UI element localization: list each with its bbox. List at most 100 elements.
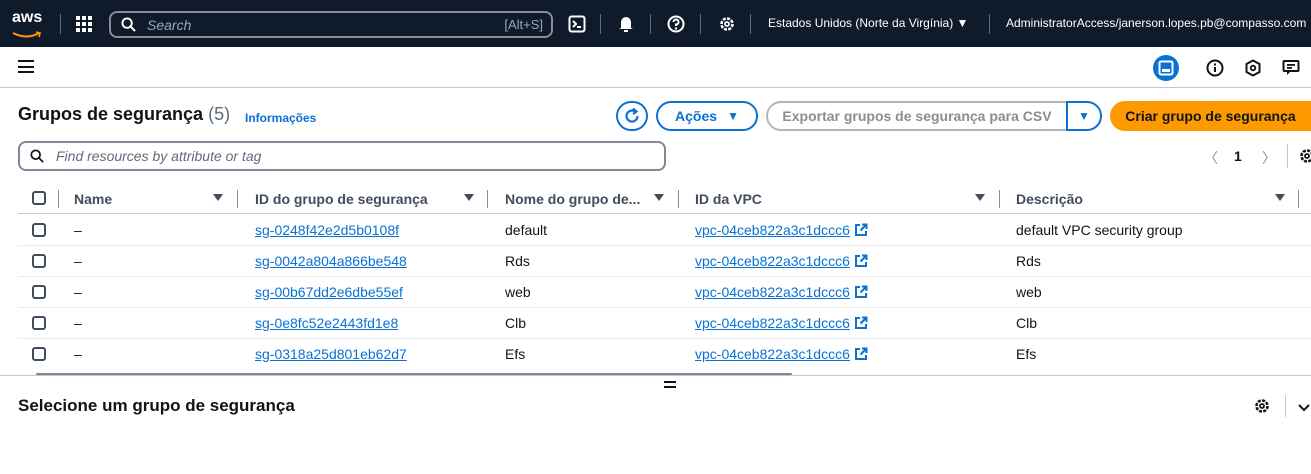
sort-icon[interactable] (654, 194, 664, 201)
help-icon[interactable] (666, 14, 686, 34)
collapse-chevron-icon[interactable] (1298, 400, 1310, 416)
filter-input[interactable]: Find resources by attribute or tag (18, 141, 666, 171)
column-header-description[interactable]: Descrição (1016, 191, 1083, 207)
column-divider[interactable] (999, 190, 1000, 208)
table-row[interactable]: – sg-0e8fc52e2443fd1e8 Clb vpc-04ceb822a… (18, 308, 1311, 339)
sort-icon[interactable] (975, 194, 985, 201)
page-title-text: Grupos de segurança (18, 104, 204, 124)
sort-icon[interactable] (464, 194, 474, 201)
vpc-id-link[interactable]: vpc-04ceb822a3c1dccc6 (695, 222, 850, 238)
menu-icon[interactable] (18, 60, 34, 73)
sort-icon[interactable] (1275, 194, 1285, 201)
region-label: Estados Unidos (Norte da Virgínia) (768, 16, 954, 30)
column-header-group-name[interactable]: Nome do grupo de... (505, 191, 640, 207)
next-page-icon[interactable]: 〉 (1262, 148, 1276, 168)
region-selector[interactable]: Estados Unidos (Norte da Virgínia) ▼ (768, 16, 968, 30)
actions-label: Ações (675, 108, 718, 124)
actions-button[interactable]: Ações ▼ (656, 101, 758, 131)
cloudshell-icon[interactable] (567, 14, 587, 34)
column-divider[interactable] (1298, 190, 1299, 208)
cell-sg-id-link[interactable]: sg-00b67dd2e6dbe55ef (255, 284, 403, 300)
row-checkbox[interactable] (32, 223, 46, 237)
external-link-icon[interactable] (854, 223, 868, 237)
nav-divider (700, 14, 701, 34)
item-count: (5) (208, 104, 231, 124)
select-all-checkbox[interactable] (32, 191, 46, 205)
search-icon (121, 17, 136, 32)
external-link-icon[interactable] (854, 254, 868, 268)
page-number[interactable]: 1 (1234, 148, 1242, 164)
column-header-name[interactable]: Name (74, 191, 112, 207)
resize-handle-icon[interactable] (664, 381, 676, 388)
cell-description: Efs (1016, 346, 1037, 362)
info-icon[interactable] (1202, 55, 1228, 81)
feedback-icon[interactable] (1278, 55, 1304, 81)
cell-description: default VPC security group (1016, 222, 1183, 238)
hexagon-icon[interactable] (1240, 55, 1266, 81)
vpc-id-link[interactable]: vpc-04ceb822a3c1dccc6 (695, 315, 850, 331)
search-shortcut: [Alt+S] (504, 17, 543, 32)
external-link-icon[interactable] (854, 285, 868, 299)
export-csv-button[interactable]: Exportar grupos de segurança para CSV (766, 101, 1068, 131)
column-header-vpc-id[interactable]: ID da VPC (695, 191, 762, 207)
cell-group-name: default (505, 222, 548, 238)
previous-page-icon[interactable]: 〈 (1204, 148, 1218, 168)
row-checkbox[interactable] (32, 285, 46, 299)
table-row[interactable]: – sg-0318a25d801eb62d7 Efs vpc-04ceb822a… (18, 339, 1311, 370)
search-input[interactable]: Search [Alt+S] (109, 11, 553, 38)
external-link-icon[interactable] (854, 347, 868, 361)
gear-icon[interactable] (717, 14, 737, 34)
refresh-button[interactable] (616, 101, 648, 131)
nav-divider (989, 14, 990, 34)
column-divider[interactable] (487, 190, 488, 208)
cell-sg-id-link[interactable]: sg-0042a804a866be548 (255, 253, 407, 269)
cell-description: web (1016, 284, 1042, 300)
filter-placeholder: Find resources by attribute or tag (56, 148, 262, 164)
nav-divider (650, 14, 651, 34)
detail-panel-title: Selecione um grupo de segurança (18, 396, 295, 415)
cell-vpc-id: vpc-04ceb822a3c1dccc6 (695, 346, 868, 362)
cell-sg-id-link[interactable]: sg-0248f42e2d5b0108f (255, 222, 399, 238)
cell-description: Rds (1016, 253, 1041, 269)
create-security-group-button[interactable]: Criar grupo de segurança (1110, 101, 1311, 131)
account-menu[interactable]: AdministratorAccess/janerson.lopes.pb@co… (1006, 16, 1306, 30)
row-checkbox[interactable] (32, 316, 46, 330)
table-row[interactable]: – sg-0248f42e2d5b0108f default vpc-04ceb… (18, 215, 1311, 246)
sort-icon[interactable] (213, 194, 223, 201)
pager-divider (1287, 144, 1288, 168)
cell-group-name: Efs (505, 346, 526, 362)
bell-icon[interactable] (616, 14, 636, 34)
cell-sg-id-link[interactable]: sg-0318a25d801eb62d7 (255, 346, 407, 362)
services-grid-icon[interactable] (76, 16, 92, 32)
row-checkbox[interactable] (32, 254, 46, 268)
cell-name: – (74, 284, 82, 300)
cell-name: – (74, 315, 82, 331)
info-link[interactable]: Informações (245, 111, 316, 125)
table-row[interactable]: – sg-00b67dd2e6dbe55ef web vpc-04ceb822a… (18, 277, 1311, 308)
table-header: Name ID do grupo de segurança Nome do gr… (18, 184, 1311, 214)
search-placeholder: Search (147, 17, 192, 33)
table-preferences-icon[interactable] (1298, 147, 1311, 168)
cell-group-name: Rds (505, 253, 530, 269)
column-divider[interactable] (678, 190, 679, 208)
vpc-id-link[interactable]: vpc-04ceb822a3c1dccc6 (695, 346, 850, 362)
cell-sg-id-link[interactable]: sg-0e8fc52e2443fd1e8 (255, 315, 398, 331)
split-panel-divider (0, 375, 1311, 376)
cell-vpc-id: vpc-04ceb822a3c1dccc6 (695, 253, 868, 269)
aws-logo[interactable]: aws (12, 10, 46, 38)
row-checkbox[interactable] (32, 347, 46, 361)
external-link-icon[interactable] (854, 316, 868, 330)
table-row[interactable]: – sg-0042a804a866be548 Rds vpc-04ceb822a… (18, 246, 1311, 277)
caret-down-icon: ▼ (727, 109, 739, 123)
split-panel-icon[interactable] (1153, 55, 1179, 81)
aws-logo-text: aws (12, 9, 43, 26)
panel-preferences-icon[interactable] (1253, 397, 1271, 418)
vpc-id-link[interactable]: vpc-04ceb822a3c1dccc6 (695, 284, 850, 300)
column-divider[interactable] (237, 190, 238, 208)
vpc-id-link[interactable]: vpc-04ceb822a3c1dccc6 (695, 253, 850, 269)
top-navigation: aws Search [Alt+S] Estados Unidos (Norte… (0, 0, 1311, 47)
nav-divider (600, 14, 601, 34)
export-dropdown-button[interactable]: ▼ (1066, 101, 1102, 131)
column-header-sg-id[interactable]: ID do grupo de segurança (255, 191, 428, 207)
cell-name: – (74, 346, 82, 362)
